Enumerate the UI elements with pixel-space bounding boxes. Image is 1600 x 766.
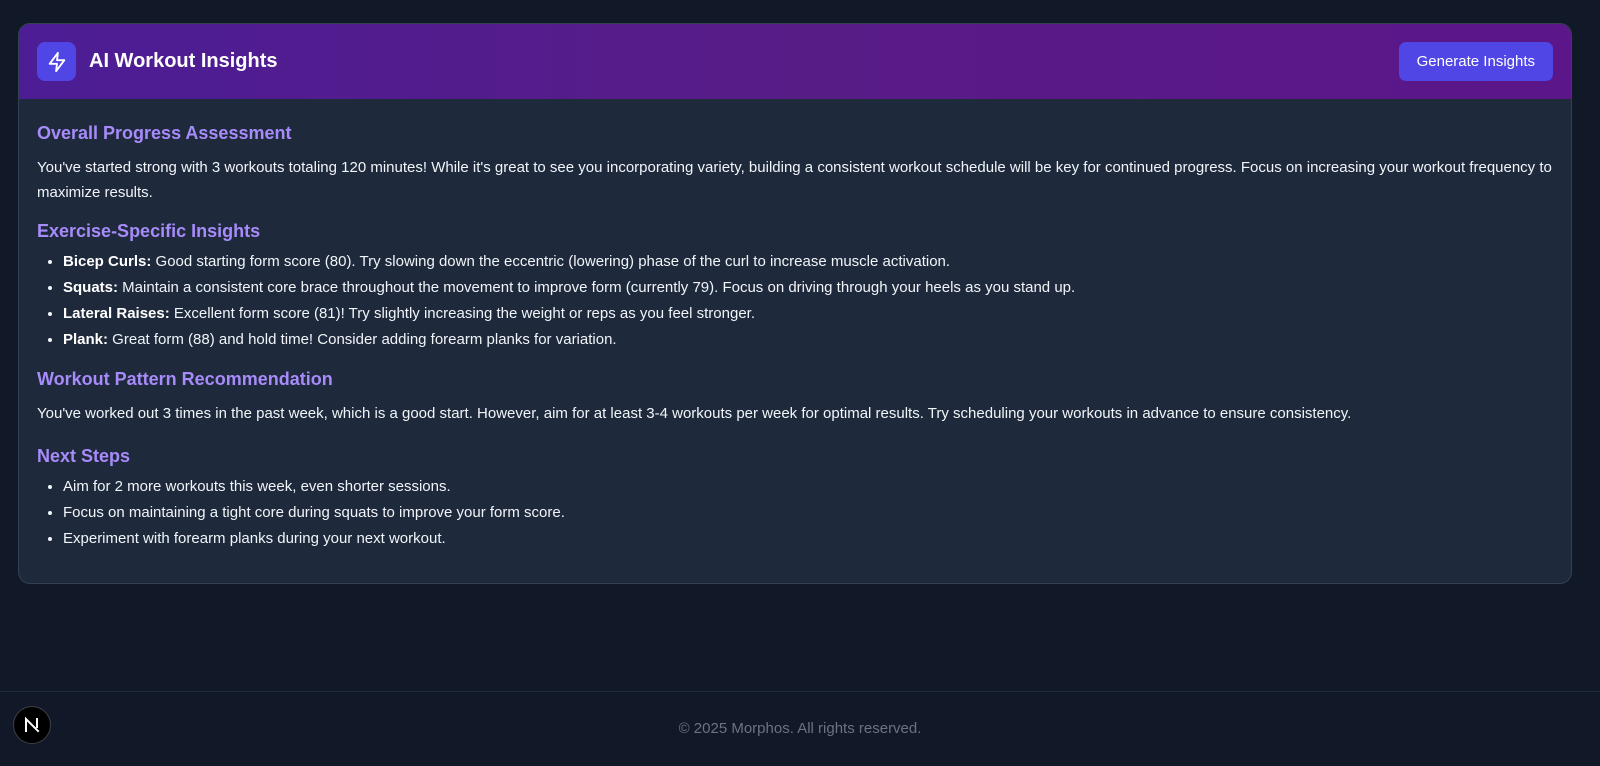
exercise-insights-list: Bicep Curls: Good starting form score (8… <box>37 249 1553 353</box>
exercise-insight: Good starting form score (80). Try slowi… <box>151 253 951 270</box>
section-title: Next Steps <box>37 446 131 466</box>
workout-pattern-section: Workout Pattern Recommendation You've wo… <box>37 367 1553 426</box>
card-header: AI Workout Insights Generate Insights <box>19 24 1571 99</box>
lightning-bolt-icon <box>37 42 76 81</box>
page-title: AI Workout Insights <box>89 50 278 72</box>
next-steps-list: Aim for 2 more workouts this week, even … <box>37 474 1553 552</box>
generate-insights-button[interactable]: Generate Insights <box>1398 42 1553 81</box>
overall-progress-section: Overall Progress Assessment You've start… <box>37 121 1553 205</box>
insights-content: Overall Progress Assessment You've start… <box>19 99 1571 552</box>
list-item: Squats: Maintain a consistent core brace… <box>63 275 1553 301</box>
list-item: Experiment with forearm planks during yo… <box>63 526 1553 552</box>
section-title: Exercise-Specific Insights <box>37 221 261 241</box>
exercise-insight: Excellent form score (81)! Try slightly … <box>169 305 755 322</box>
list-item: Focus on maintaining a tight core during… <box>63 500 1553 526</box>
exercise-name: Plank: <box>63 331 109 348</box>
exercise-name: Lateral Raises: <box>63 305 170 322</box>
exercise-name: Bicep Curls: <box>63 253 152 270</box>
list-item: Plank: Great form (88) and hold time! Co… <box>63 327 1553 353</box>
section-text: You've worked out 3 times in the past we… <box>37 405 1352 422</box>
exercise-insights-section: Exercise-Specific Insights Bicep Curls: … <box>37 219 1553 353</box>
insights-card: AI Workout Insights Generate Insights Ov… <box>18 23 1572 584</box>
copyright-text: © 2025 Morphos. All rights reserved. <box>678 720 922 737</box>
list-item: Bicep Curls: Good starting form score (8… <box>63 249 1553 275</box>
exercise-name: Squats: <box>63 279 119 296</box>
nextjs-logo-icon[interactable] <box>13 706 51 744</box>
section-title: Workout Pattern Recommendation <box>37 369 333 389</box>
list-item: Lateral Raises: Excellent form score (81… <box>63 301 1553 327</box>
section-text: You've started strong with 3 workouts to… <box>37 159 1552 201</box>
section-title: Overall Progress Assessment <box>37 123 292 143</box>
exercise-insight: Great form (88) and hold time! Consider … <box>108 331 617 348</box>
next-steps-section: Next Steps Aim for 2 more workouts this … <box>37 444 1553 552</box>
list-item: Aim for 2 more workouts this week, even … <box>63 474 1553 500</box>
exercise-insight: Maintain a consistent core brace through… <box>118 279 1076 296</box>
footer: © 2025 Morphos. All rights reserved. <box>0 691 1600 766</box>
